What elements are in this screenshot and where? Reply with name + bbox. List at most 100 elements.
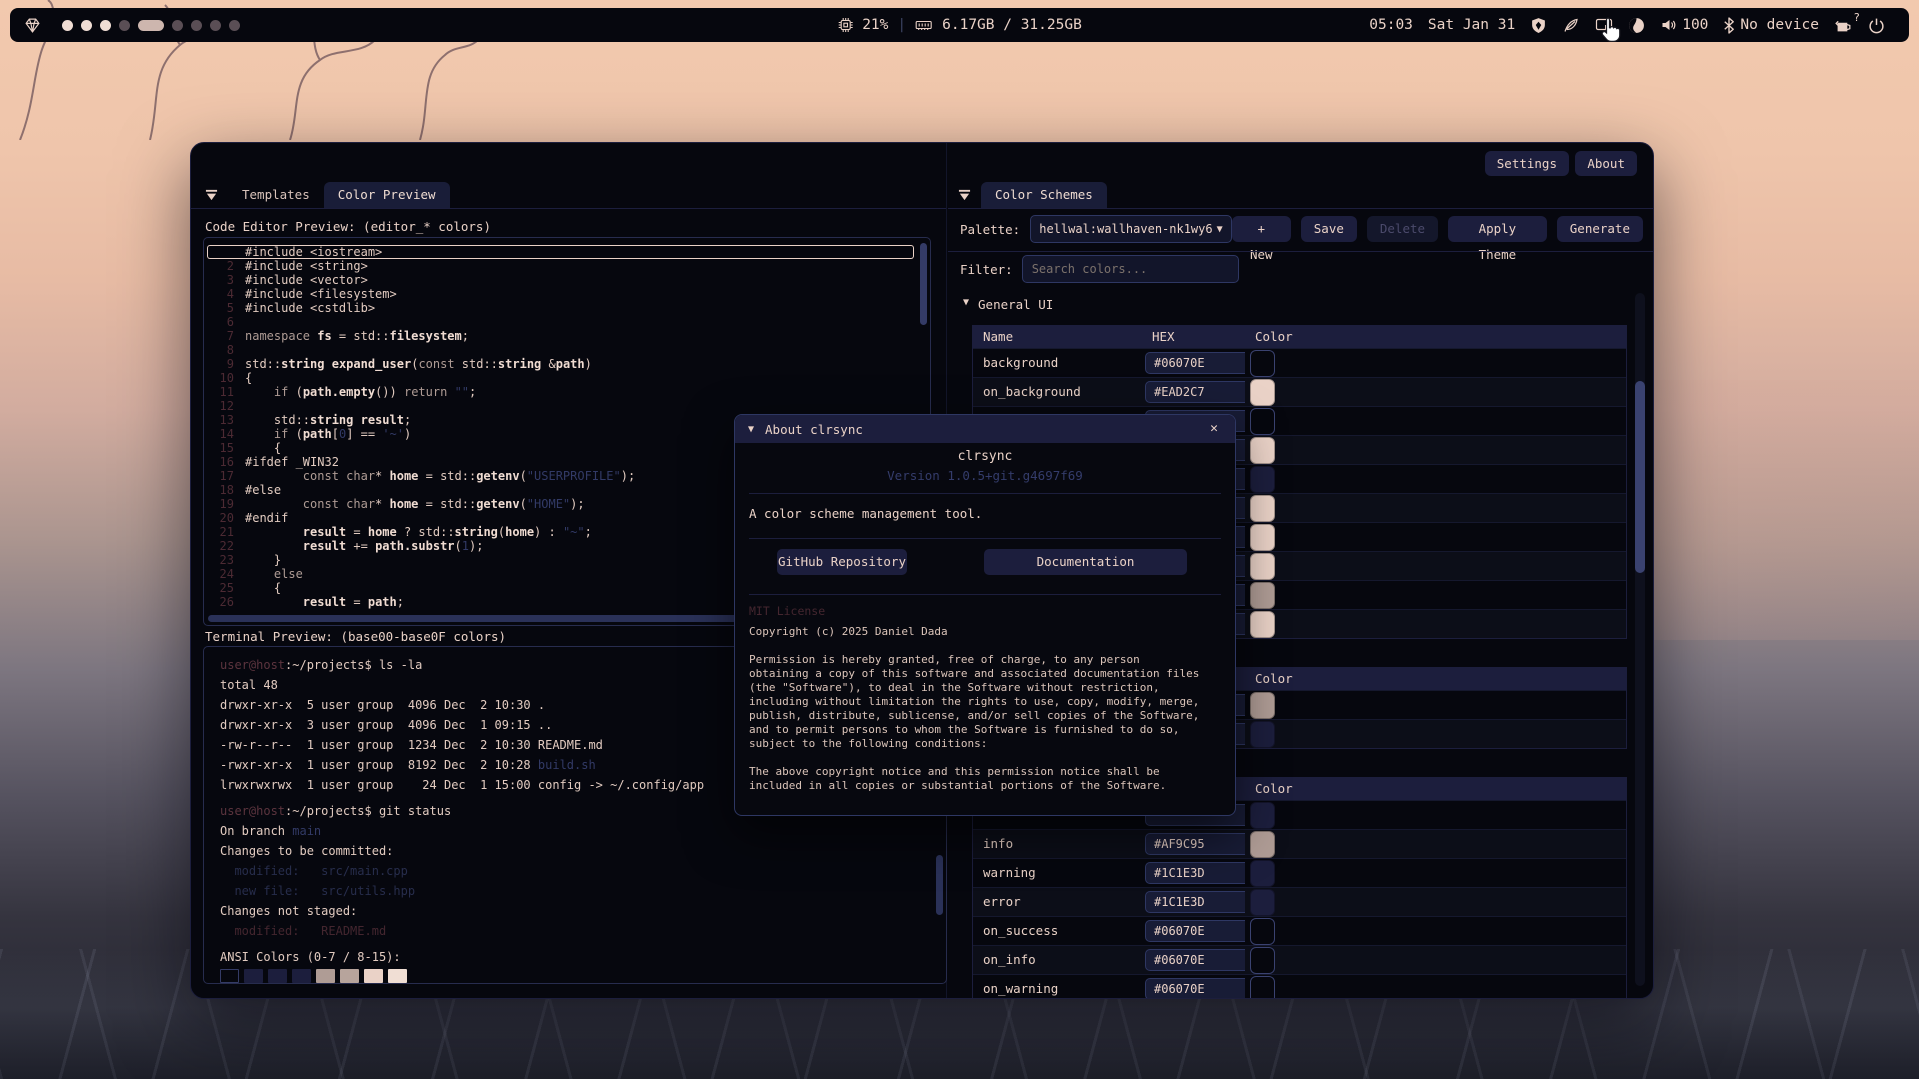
- toolbar-button-save[interactable]: Save: [1301, 216, 1357, 242]
- hex-input[interactable]: #1C1E3D: [1145, 862, 1245, 884]
- color-swatch[interactable]: [1250, 831, 1275, 858]
- code-line: 9std::string expand_user(const std::stri…: [204, 357, 914, 371]
- code-vertical-scrollbar[interactable]: [920, 243, 927, 325]
- color-swatch[interactable]: [1250, 466, 1275, 493]
- color-name: on_warning: [973, 975, 1142, 999]
- hex-input[interactable]: #AF9C95: [1145, 833, 1245, 855]
- close-icon[interactable]: ✕: [1205, 420, 1223, 438]
- search-colors-input[interactable]: [1022, 255, 1239, 283]
- color-swatch[interactable]: [1250, 918, 1275, 945]
- workspace-dot[interactable]: [138, 20, 164, 31]
- color-swatch[interactable]: [1250, 350, 1275, 377]
- code-line: 2#include <string>: [204, 259, 914, 273]
- terminal-line: Changes to be committed:: [220, 841, 946, 861]
- workspace-dot[interactable]: [210, 20, 221, 31]
- status-bar: 21% | 6.17GB / 31.25GB 05:03 Sat Jan 31: [10, 8, 1909, 42]
- app-description: A color scheme management tool.: [749, 506, 1221, 521]
- toolbar-button-delete[interactable]: Delete: [1367, 216, 1438, 242]
- code-line: 10{: [204, 371, 914, 385]
- license-header: MIT License: [749, 604, 1221, 618]
- color-swatch[interactable]: [1250, 721, 1275, 748]
- color-swatch[interactable]: [1250, 437, 1275, 464]
- hex-input[interactable]: #06070E: [1145, 978, 1245, 999]
- code-line: 7namespace fs = std::filesystem;: [204, 329, 914, 343]
- workspace-dot[interactable]: [81, 20, 92, 31]
- divider: [948, 251, 1653, 252]
- palette-toolbar: Palette: hellwal:wallhaven-nk1wy6 ▼ + Ne…: [948, 215, 1653, 243]
- terminal-line: new file: src/utils.hpp: [220, 881, 946, 901]
- column-header: Color: [1245, 326, 1626, 348]
- palette-dropdown[interactable]: hellwal:wallhaven-nk1wy6 ▼: [1030, 215, 1231, 243]
- code-line: 6: [204, 315, 914, 329]
- workspace-dot[interactable]: [191, 20, 202, 31]
- color-swatch[interactable]: [1250, 889, 1275, 916]
- nightlight-icon[interactable]: [1628, 17, 1645, 34]
- palette-buttons: + New Save Delete Apply Theme Generate: [1232, 216, 1643, 242]
- terminal-scrollbar[interactable]: [936, 855, 943, 915]
- hex-input[interactable]: #06070E: [1145, 352, 1245, 374]
- memory-usage: 6.17GB / 31.25GB: [942, 17, 1082, 33]
- code-editor-heading: Code Editor Preview: (editor_* colors): [205, 219, 491, 234]
- color-row: info#AF9C95: [973, 829, 1626, 858]
- color-swatch[interactable]: [1250, 495, 1275, 522]
- code-line: 12: [204, 399, 914, 413]
- workspace-dot[interactable]: [119, 20, 130, 31]
- device-battery-unknown-icon[interactable]: ?: [1834, 17, 1853, 34]
- terminal-line: modified: README.md: [220, 921, 946, 941]
- color-swatch[interactable]: [1250, 860, 1275, 887]
- toolbar-button-apply-theme[interactable]: Apply Theme: [1448, 216, 1547, 242]
- color-name: on_background: [973, 378, 1142, 406]
- code-line: #include <iostream>: [207, 245, 914, 259]
- hex-input[interactable]: #EAD2C7: [1145, 381, 1245, 403]
- workspace-dot[interactable]: [62, 20, 73, 31]
- dialog-title: About clrsync: [765, 422, 863, 437]
- column-header: HEX: [1142, 326, 1245, 348]
- color-swatch[interactable]: [1250, 582, 1275, 609]
- power-icon[interactable]: [1868, 17, 1885, 34]
- terminal-line: On branch main: [220, 821, 946, 841]
- tab-color-preview[interactable]: Color Preview: [324, 182, 450, 208]
- ansi-swatch: [364, 969, 383, 983]
- documentation-button[interactable]: Documentation: [984, 549, 1187, 575]
- app-version: Version 1.0.5+git.g4697f69: [749, 468, 1221, 483]
- hex-input[interactable]: #1C1E3D: [1145, 891, 1245, 913]
- toolbar-button-generate[interactable]: Generate: [1557, 216, 1643, 242]
- palette-label: Palette:: [960, 222, 1020, 237]
- color-swatch[interactable]: [1250, 553, 1275, 580]
- license-text: Copyright (c) 2025 Daniel Dada Permissio…: [749, 625, 1221, 793]
- dialog-title-bar[interactable]: ▼ About clrsync ✕: [735, 415, 1235, 443]
- cpu-icon: [837, 17, 853, 33]
- color-swatch[interactable]: [1250, 802, 1275, 829]
- scrollbar-thumb[interactable]: [1635, 381, 1645, 573]
- filter-funnel-icon[interactable]: [958, 189, 971, 202]
- workspace-dot[interactable]: [229, 20, 240, 31]
- hex-input[interactable]: #06070E: [1145, 949, 1245, 971]
- volume-level: 100: [1682, 17, 1708, 33]
- gem-logo-icon[interactable]: [24, 17, 41, 34]
- color-row: on_background#EAD2C7: [973, 377, 1626, 406]
- shield-icon[interactable]: [1530, 17, 1547, 34]
- code-line: 5#include <cstdlib>: [204, 301, 914, 315]
- color-swatch[interactable]: [1250, 611, 1275, 638]
- tab-color-schemes[interactable]: Color Schemes: [981, 182, 1107, 208]
- color-swatch[interactable]: [1250, 524, 1275, 551]
- github-repository-button[interactable]: GitHub Repository: [777, 549, 907, 575]
- filter-funnel-icon[interactable]: [205, 189, 218, 202]
- color-swatch[interactable]: [1250, 408, 1275, 435]
- workspace-dot[interactable]: [100, 20, 111, 31]
- tab-templates[interactable]: Templates: [228, 182, 324, 208]
- workspace-dot[interactable]: [172, 20, 183, 31]
- color-swatch[interactable]: [1250, 379, 1275, 406]
- color-name: info: [973, 830, 1142, 858]
- leaf-icon[interactable]: [1562, 17, 1580, 34]
- hex-input[interactable]: #06070E: [1145, 920, 1245, 942]
- volume-icon[interactable]: [1660, 17, 1677, 33]
- color-swatch[interactable]: [1250, 692, 1275, 719]
- bluetooth-icon[interactable]: [1723, 17, 1735, 34]
- toolbar-button-new[interactable]: + New: [1232, 216, 1291, 242]
- section-header[interactable]: ▼General UI: [972, 297, 1627, 325]
- code-line: 4#include <filesystem>: [204, 287, 914, 301]
- filter-label: Filter:: [960, 262, 1013, 277]
- color-swatch[interactable]: [1250, 947, 1275, 974]
- color-swatch[interactable]: [1250, 976, 1275, 999]
